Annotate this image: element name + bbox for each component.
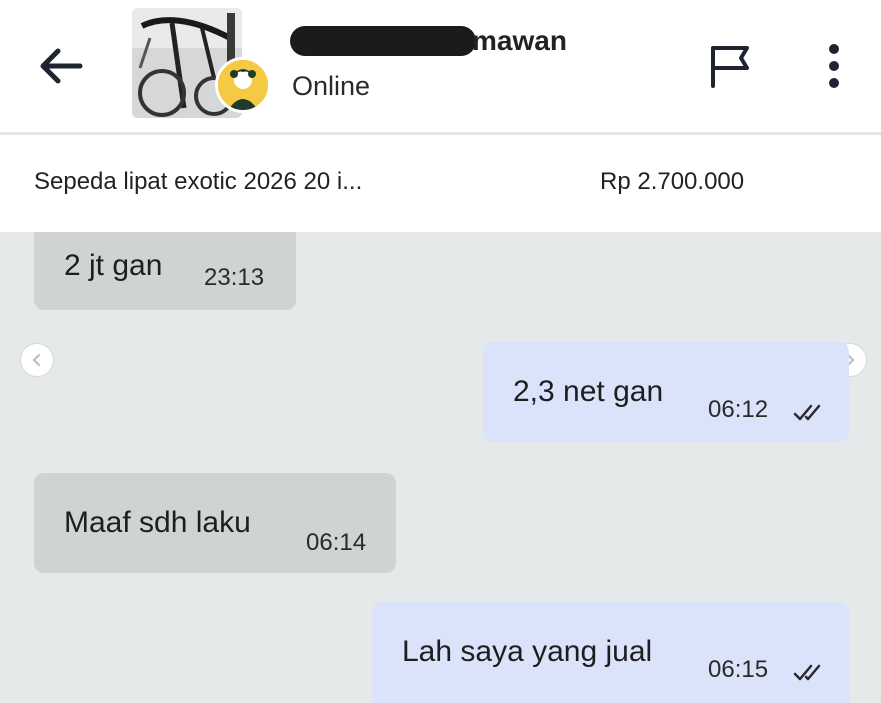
message-time: 06:15: [708, 656, 769, 683]
message-text: 2,3 net gan: [513, 375, 664, 408]
message-text: 2 jt gan: [64, 249, 163, 282]
more-vertical-icon: [829, 44, 839, 88]
chat-header: mawan Online: [0, 0, 881, 132]
more-options-button[interactable]: [806, 36, 862, 96]
message-text: Lah saya yang jual: [402, 635, 653, 668]
message-time: 06:14: [306, 529, 367, 556]
listing-summary[interactable]: Sepeda lipat exotic 2026 20 i... Rp 2.70…: [0, 135, 881, 232]
contact-name: mawan: [472, 25, 567, 56]
scroll-left-button[interactable]: [20, 343, 54, 377]
seller-avatar[interactable]: [215, 57, 271, 113]
avatar-icon: [218, 60, 268, 110]
message-time: 06:12: [708, 396, 769, 423]
back-button[interactable]: [32, 38, 88, 94]
double-check-icon: [793, 404, 821, 421]
message-bubble-outgoing[interactable]: 2,3 net gan 06:12: [483, 342, 849, 442]
redacted-name: [290, 26, 476, 56]
chat-messages[interactable]: 2 jt gan 23:13 2,3 net gan 06:12 Maaf sd…: [0, 232, 881, 703]
chevron-left-icon: [32, 354, 40, 366]
message-time: 23:13: [204, 264, 265, 291]
double-check-icon: [793, 664, 821, 681]
message-text: Maaf sdh laku: [64, 506, 251, 539]
flag-icon: [711, 46, 749, 88]
listing-price: Rp 2.700.000: [600, 168, 745, 195]
message-bubble-incoming[interactable]: Maaf sdh laku 06:14: [34, 473, 396, 573]
message-bubble-outgoing[interactable]: Lah saya yang jual 06:15: [372, 602, 849, 703]
arrow-left-icon: [40, 48, 83, 84]
report-button[interactable]: [700, 36, 760, 96]
online-status: Online: [292, 71, 371, 101]
listing-title: Sepeda lipat exotic 2026 20 i...: [34, 168, 363, 195]
message-bubble-incoming[interactable]: 2 jt gan 23:13: [34, 232, 296, 310]
